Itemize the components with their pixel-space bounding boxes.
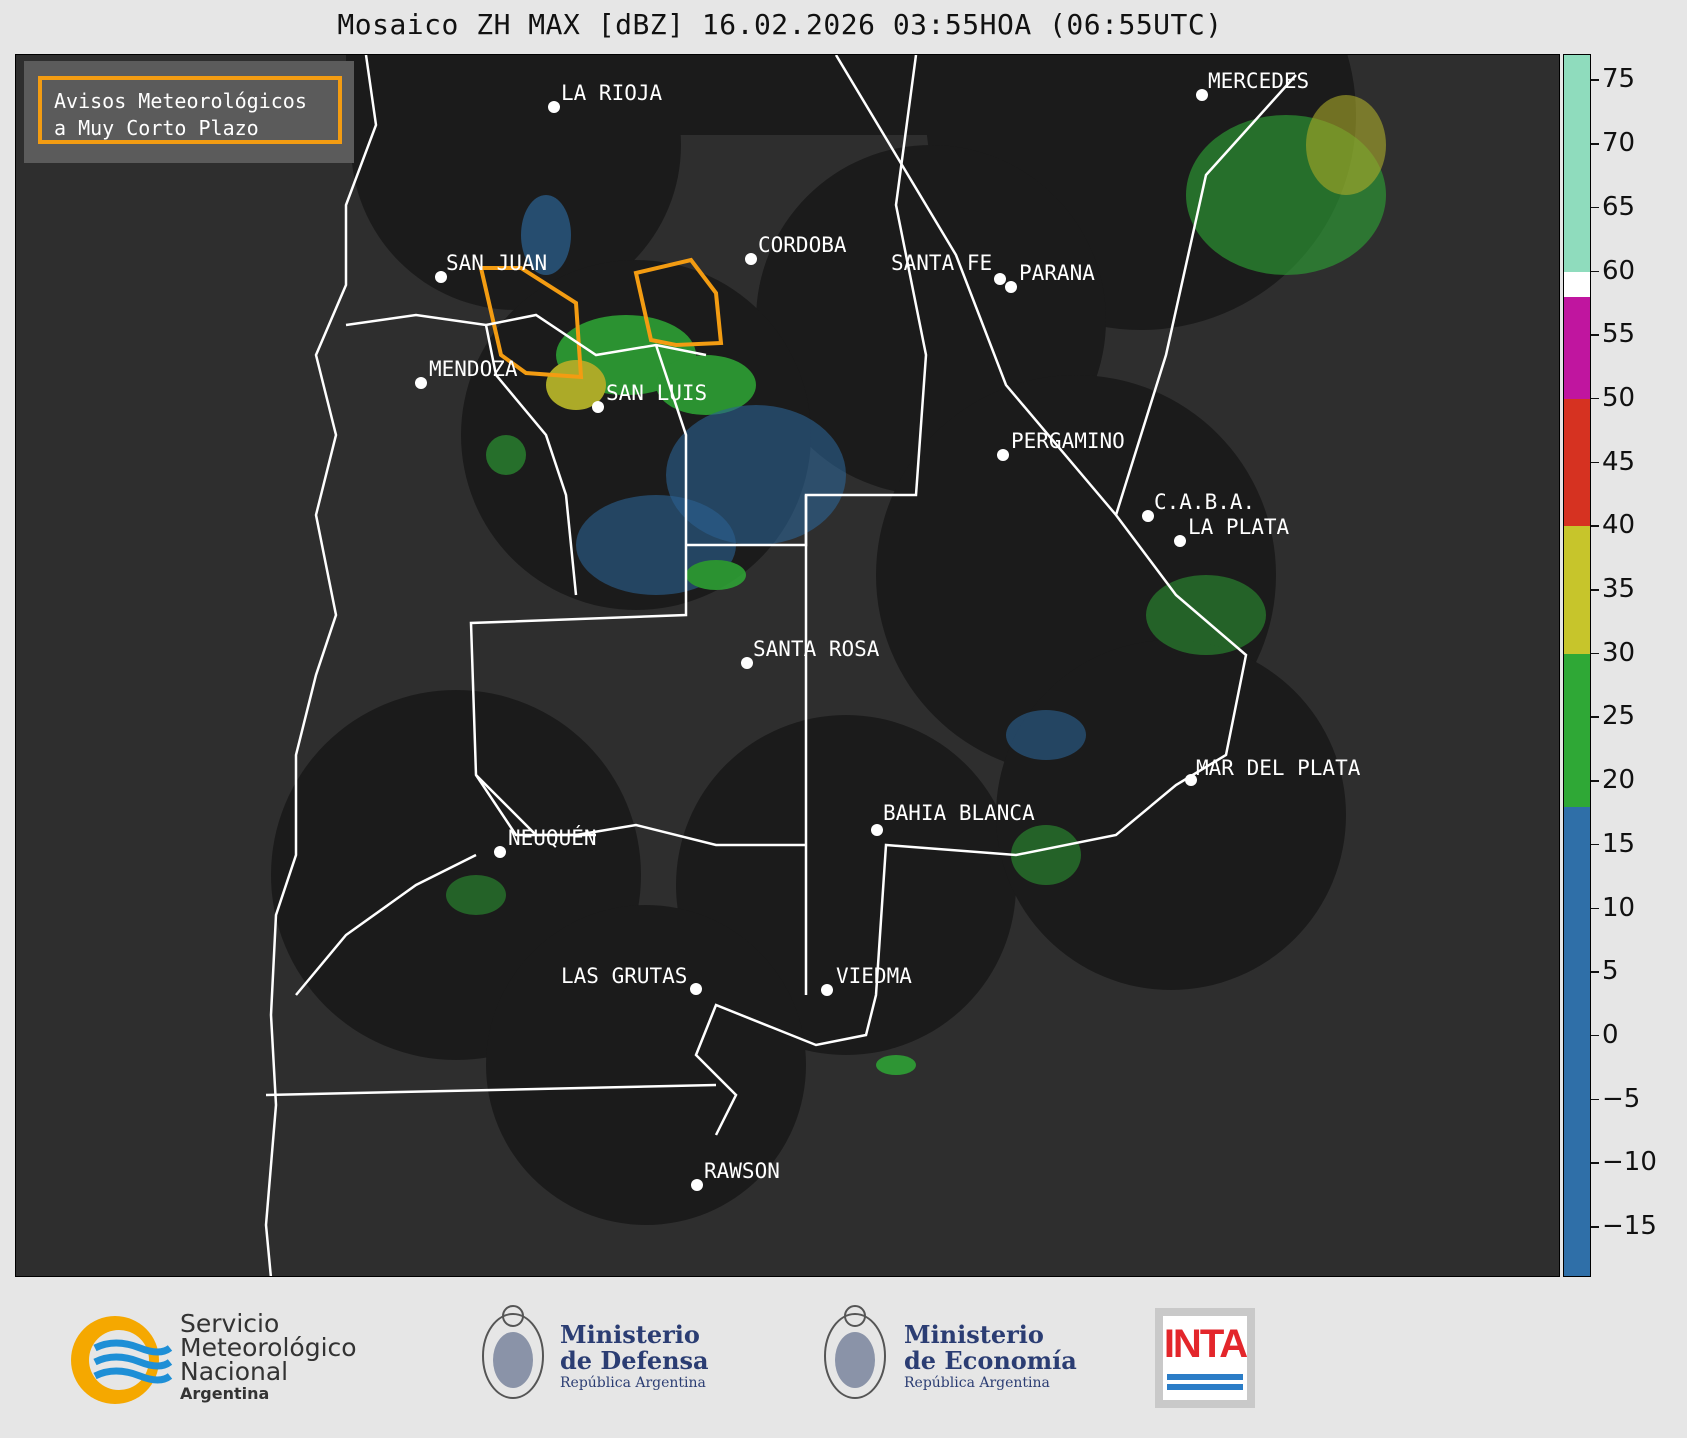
colorbar-tick — [1591, 843, 1599, 846]
colorbar-tick-label: 35 — [1602, 574, 1636, 605]
colorbar-band — [1564, 271, 1590, 298]
colorbar-band — [1564, 55, 1590, 272]
economia-line3: República Argentina — [904, 1375, 1050, 1391]
colorbar-tick-label: 20 — [1602, 765, 1636, 796]
economia-line2: de Economía — [904, 1346, 1077, 1375]
colorbar-band — [1564, 806, 1590, 1276]
smn-line3: Nacional — [180, 1357, 289, 1386]
colorbar-band — [1564, 653, 1590, 807]
warnings-legend-line1: Avisos Meteorológicos — [54, 89, 307, 113]
colorbar-band — [1564, 526, 1590, 654]
colorbar-tick — [1591, 1162, 1599, 1164]
colorbar-tick-label: 55 — [1602, 319, 1636, 350]
city-label: PERGAMINO — [1011, 429, 1125, 453]
defensa-line3: República Argentina — [560, 1375, 706, 1391]
colorbar-tick-label: −15 — [1602, 1211, 1657, 1242]
colorbar-tick-label: 50 — [1602, 382, 1636, 413]
defensa-line1: Ministerio — [560, 1320, 700, 1349]
colorbar-tick — [1591, 79, 1599, 81]
smn-logo: Servicio Meteorológico Nacional Argentin… — [65, 1310, 395, 1410]
city-label: SAN JUAN — [446, 251, 547, 275]
colorbar-tick — [1591, 716, 1599, 718]
smn-emblem-icon — [71, 1316, 173, 1404]
city-label: PARANA — [1019, 261, 1095, 285]
dbz-colorbar — [1563, 54, 1591, 1277]
inta-stripe — [1167, 1374, 1243, 1380]
city-label: MAR DEL PLATA — [1196, 756, 1361, 780]
colorbar-tick — [1591, 206, 1599, 209]
colorbar-tick — [1591, 461, 1599, 464]
colorbar-tick-label: 25 — [1602, 701, 1636, 732]
city-label: BAHIA BLANCA — [883, 801, 1035, 825]
warnings-legend-line2: a Muy Corto Plazo — [54, 116, 259, 140]
city-label: SANTA ROSA — [753, 637, 880, 661]
colorbar-tick-label: 65 — [1602, 191, 1636, 222]
map-title: Mosaico ZH MAX [dBZ] 16.02.2026 03:55HOA… — [337, 8, 1223, 41]
inta-logo-panel: INTA — [1163, 1316, 1248, 1400]
inta-wordmark: INTA — [1163, 1322, 1248, 1366]
city-label: RAWSON — [704, 1159, 780, 1183]
economia-logo: Ministerio de Economía República Argenti… — [820, 1298, 1080, 1418]
colorbar-tick-label: −5 — [1602, 1083, 1641, 1114]
colorbar-tick-label: 15 — [1602, 828, 1636, 859]
city-label: VIEDMA — [836, 964, 912, 988]
city-label: MENDOZA — [429, 357, 518, 381]
city-label: C.A.B.A. — [1154, 490, 1255, 514]
colorbar-tick — [1591, 907, 1599, 910]
city-label: LA PLATA — [1188, 515, 1290, 539]
city-label: LAS GRUTAS — [561, 964, 687, 988]
city-label: SANTA FE — [891, 251, 992, 275]
city-label: LA RIOJA — [561, 81, 663, 105]
colorbar-band — [1564, 297, 1590, 399]
colorbar-tick-label: 0 — [1602, 1019, 1619, 1050]
colorbar-tick-label: 10 — [1602, 892, 1636, 923]
colorbar-tick — [1591, 780, 1599, 782]
defensa-logo: Ministerio de Defensa República Argentin… — [478, 1298, 728, 1418]
colorbar-tick — [1591, 589, 1599, 591]
colorbar-tick-label: 60 — [1602, 255, 1636, 286]
colorbar-band — [1564, 398, 1590, 527]
colorbar-tick — [1591, 652, 1599, 655]
colorbar-tick — [1591, 397, 1599, 400]
colorbar-tick-label: 70 — [1602, 128, 1636, 159]
economia-line1: Ministerio — [904, 1320, 1044, 1349]
colorbar-tick-label: 5 — [1602, 956, 1619, 987]
colorbar-tick-label: 45 — [1602, 446, 1636, 477]
colorbar-tick — [1591, 1226, 1599, 1228]
inta-logo: INTA — [1155, 1308, 1255, 1408]
colorbar-tick-label: −10 — [1602, 1147, 1657, 1178]
city-label: NEUQUÉN — [508, 825, 597, 850]
colorbar-tick — [1591, 525, 1599, 527]
defensa-line2: de Defensa — [560, 1346, 709, 1375]
radar-map-canvas: LA RIOJA MERCEDES SAN JUAN CORDOBA SANTA… — [264, 55, 1386, 1276]
colorbar-tick — [1591, 270, 1599, 273]
colorbar-tick — [1591, 1034, 1599, 1037]
colorbar-tick — [1591, 334, 1599, 336]
city-label: MERCEDES — [1208, 69, 1309, 93]
radar-map[interactable]: LA RIOJA MERCEDES SAN JUAN CORDOBA SANTA… — [15, 54, 1560, 1277]
colorbar-tick-label: 40 — [1602, 510, 1636, 541]
inta-stripe — [1167, 1384, 1243, 1390]
colorbar-tick — [1591, 143, 1599, 145]
coat-of-arms-icon — [482, 1305, 544, 1399]
footer-logos: Servicio Meteorológico Nacional Argentin… — [0, 1290, 1687, 1438]
colorbar-tick-label: 30 — [1602, 637, 1636, 668]
city-label: CORDOBA — [758, 233, 847, 257]
warnings-legend-frame: Avisos Meteorológicos a Muy Corto Plazo — [38, 76, 342, 144]
smn-line4: Argentina — [180, 1384, 270, 1403]
colorbar-tick-label: 75 — [1602, 64, 1636, 95]
coat-of-arms-icon — [824, 1305, 886, 1399]
colorbar-tick — [1591, 1098, 1599, 1101]
warnings-legend: Avisos Meteorológicos a Muy Corto Plazo — [24, 61, 354, 163]
city-label: SAN LUIS — [606, 381, 707, 405]
colorbar-tick — [1591, 971, 1599, 973]
